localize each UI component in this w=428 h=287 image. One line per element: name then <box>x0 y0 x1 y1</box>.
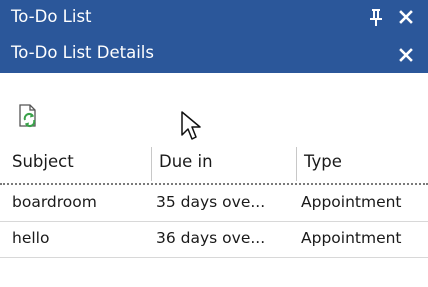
todo-details-titlebar: To-Do List Details <box>0 36 428 73</box>
table-row[interactable]: boardroom 35 days ove... Appointment <box>0 186 428 222</box>
table-row[interactable]: hello 36 days ove... Appointment <box>0 222 428 258</box>
column-header-row: Subject Due in Type <box>0 143 428 185</box>
column-header-subject[interactable]: Subject <box>12 152 74 171</box>
column-header-type[interactable]: Type <box>304 152 342 171</box>
todo-details-title: To-Do List Details <box>11 43 154 62</box>
due-in-cell: 36 days ove... <box>156 229 266 247</box>
subject-cell: boardroom <box>12 193 97 211</box>
todo-list-title: To-Do List <box>11 7 92 26</box>
due-in-cell: 35 days ove... <box>156 193 266 211</box>
mouse-cursor-icon <box>181 111 201 140</box>
column-divider[interactable] <box>151 147 152 181</box>
type-cell: Appointment <box>301 229 402 247</box>
refresh-icon[interactable] <box>18 104 40 128</box>
toolbar <box>0 73 428 143</box>
column-divider[interactable] <box>296 147 297 181</box>
type-cell: Appointment <box>301 193 402 211</box>
close-icon[interactable] <box>398 7 414 27</box>
subject-cell: hello <box>12 229 50 247</box>
close-icon[interactable] <box>398 45 414 65</box>
pin-icon[interactable] <box>368 7 384 27</box>
column-header-due-in[interactable]: Due in <box>159 152 213 171</box>
todo-list-titlebar: To-Do List <box>0 0 428 36</box>
